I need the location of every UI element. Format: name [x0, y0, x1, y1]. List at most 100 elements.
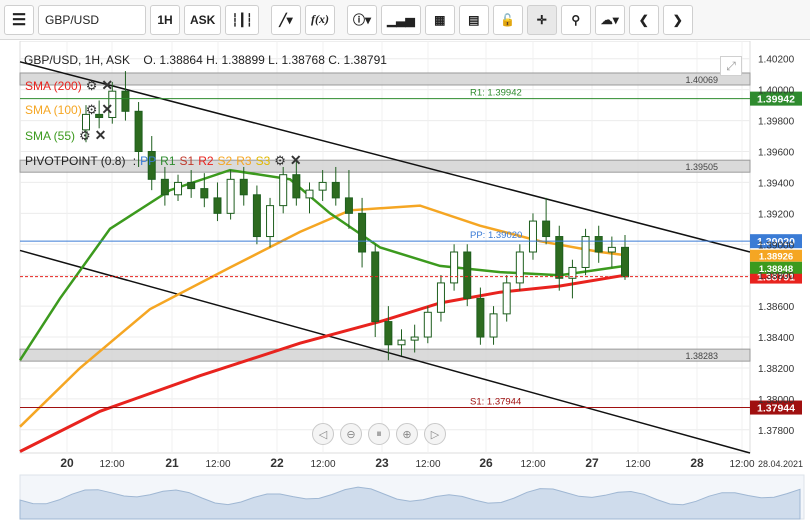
close-icon[interactable]: ✕ — [101, 77, 113, 94]
candle-down — [594, 236, 603, 253]
y-tick-label: 1.39000 — [758, 240, 795, 251]
sr-zone — [19, 348, 751, 362]
crosshair-icon[interactable]: ✛ — [526, 4, 557, 35]
expand-icon[interactable]: ⤢ — [720, 56, 742, 76]
x-tick-label: 12:00 — [310, 459, 335, 470]
news-icon[interactable]: ▤ — [458, 4, 489, 35]
candle-down — [371, 251, 380, 323]
sma-200-legend: SMA (200) ⚙ ✕ — [25, 77, 113, 94]
y-tick-label: 1.39800 — [758, 117, 795, 128]
lock-icon[interactable]: 🔓 — [492, 4, 523, 35]
level-label: S1: 1.37944 — [470, 397, 521, 408]
gear-icon[interactable]: ⚙ — [274, 153, 286, 169]
prev-icon[interactable]: ❮ — [628, 4, 659, 35]
pivot-s1: S1 — [179, 153, 195, 168]
y-tick-label: 1.38600 — [758, 302, 795, 313]
candle-down — [555, 236, 564, 279]
candle-down — [121, 90, 130, 112]
ohlc-label: O. 1.38864 H. 1.38899 L. 1.38768 C. 1.38… — [143, 53, 387, 67]
pivot-s2: S2 — [217, 153, 233, 168]
y-tick-label: 1.38400 — [758, 333, 795, 344]
candle-up — [450, 251, 459, 284]
candle-up — [489, 313, 498, 338]
price-axis: 1.40200 1.40000 1.39800 1.39600 1.39400 1.392… — [758, 55, 795, 437]
candle-down — [463, 251, 472, 299]
close-icon[interactable]: ✕ — [95, 127, 107, 144]
x-tick-label: 22 — [270, 456, 284, 470]
candle-down — [331, 181, 340, 199]
candle-down — [252, 194, 261, 238]
toolbar: ☰ GBP/USD 1H ASK ┆┃┆ ╱▾ f(x) ⓘ▾ ▁▃▅ ▦ ▤ … — [0, 0, 810, 40]
x-tick-label: 28.04.2021 — [758, 459, 803, 469]
volume-icon[interactable]: ▁▃▅ — [381, 4, 421, 35]
sr-zone — [19, 72, 751, 86]
candle-up — [423, 311, 432, 338]
gear-icon[interactable]: ⚙ — [79, 128, 91, 144]
candle-up — [607, 246, 616, 253]
x-tick-label: 12:00 — [729, 459, 754, 470]
pivot-r2: R2 — [198, 153, 214, 168]
gear-icon[interactable]: ⚙ — [86, 78, 98, 94]
candle-up — [279, 174, 288, 207]
candle-up — [436, 282, 445, 313]
candle-up — [318, 181, 327, 191]
close-icon[interactable]: ✕ — [101, 101, 113, 118]
info-icon[interactable]: ⓘ▾ — [347, 4, 378, 35]
time-axis: 20 12:00 21 12:00 22 12:00 23 12:00 26 12:00 27 12:… — [60, 456, 803, 470]
gear-icon[interactable]: ⚙ — [86, 102, 98, 118]
calendar-icon[interactable]: ▦ — [424, 4, 455, 35]
hamburger-icon[interactable]: ☰ — [4, 4, 34, 35]
draw-icon[interactable]: ╱▾ — [271, 4, 302, 35]
candle-down — [187, 181, 196, 190]
chart-navigation: ◁ ⊖ ⏸ ⊕ ▷ — [312, 423, 446, 445]
next-icon[interactable]: ❯ — [662, 4, 693, 35]
price-type-button[interactable]: ASK — [184, 4, 222, 35]
cloud-icon[interactable]: ☁▾ — [594, 4, 625, 35]
pivot-r3: R3 — [236, 153, 252, 168]
x-tick-label: 26 — [479, 456, 493, 470]
candle-down — [476, 297, 485, 338]
y-tick-label: 1.39600 — [758, 148, 795, 159]
x-tick-label: 12:00 — [520, 459, 545, 470]
sma-100-label: SMA (100) — [25, 102, 82, 117]
candle-up — [410, 336, 419, 341]
pivot-legend: PIVOTPOINT (0.8) : PP R1 S1 R2 S2 R3 S3 … — [25, 152, 302, 169]
level-label: R1: 1.39942 — [470, 88, 522, 99]
chart-header: GBP/USD, 1H, ASK O. 1.38864 H. 1.38899 L… — [24, 53, 387, 67]
x-tick-label: 12:00 — [625, 459, 650, 470]
pivot-s3: S3 — [255, 153, 271, 168]
scroll-right-icon[interactable]: ▷ — [424, 423, 446, 445]
x-tick-label: 12:00 — [205, 459, 230, 470]
candle-down — [384, 321, 393, 346]
zoom-icon[interactable]: ⚲ — [560, 4, 591, 35]
scroll-left-icon[interactable]: ◁ — [312, 423, 334, 445]
instrument-label: GBP/USD, 1H, ASK — [24, 53, 131, 67]
candle-up — [266, 205, 275, 238]
candle-up — [397, 339, 406, 346]
timeframe-button[interactable]: 1H — [150, 4, 180, 35]
plot-border — [19, 41, 751, 454]
price-chart[interactable]: 1.400691.395051.38283 R1: 1.399421.39942… — [0, 41, 810, 521]
y-tick-label: 1.38000 — [758, 395, 795, 406]
fx-icon[interactable]: f(x) — [305, 4, 336, 35]
candle-up — [502, 282, 511, 315]
y-tick-label: 1.38800 — [758, 271, 795, 282]
candle-up — [515, 251, 524, 284]
y-tick-label: 1.38200 — [758, 364, 795, 375]
candle-down — [213, 197, 222, 214]
candle-up — [226, 178, 235, 214]
candle-down — [160, 178, 169, 196]
candle-down — [358, 212, 367, 253]
reset-icon[interactable]: ⏸ — [368, 423, 390, 445]
candle-up — [305, 189, 314, 199]
y-tick-label: 1.39200 — [758, 209, 795, 220]
chart-grid — [19, 41, 751, 454]
symbol-input[interactable]: GBP/USD — [38, 4, 146, 35]
zoom-in-icon[interactable]: ⊕ — [396, 423, 418, 445]
close-icon[interactable]: ✕ — [290, 152, 302, 169]
zoom-out-icon[interactable]: ⊖ — [340, 423, 362, 445]
candles-icon[interactable]: ┆┃┆ — [225, 4, 260, 35]
x-tick-label: 28 — [690, 456, 704, 470]
y-tick-label: 1.37800 — [758, 426, 795, 437]
candle-up — [528, 220, 537, 253]
